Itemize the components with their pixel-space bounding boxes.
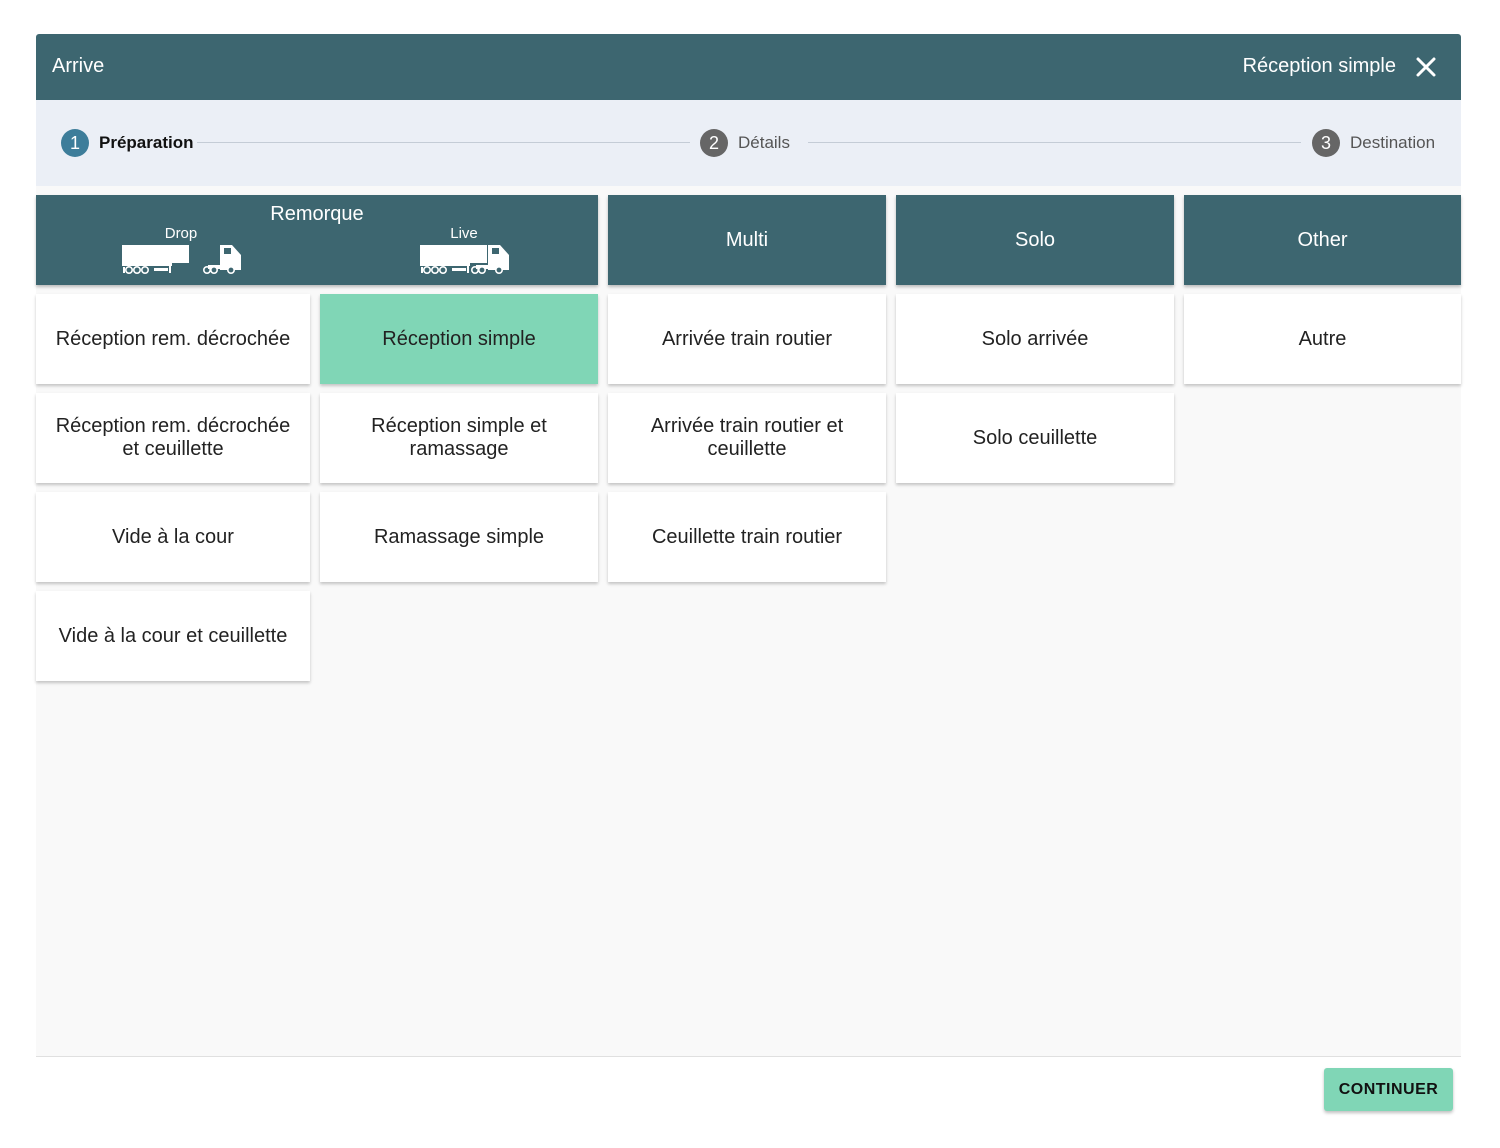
options-grid: Remorque Drop Live Multi Solo Other Réce…: [36, 186, 1461, 1058]
drop-truck-icon: [122, 245, 241, 274]
option-reception-simple[interactable]: Réception simple: [320, 294, 598, 384]
column-header-label: Multi: [725, 229, 769, 251]
live-label: Live: [450, 225, 478, 242]
column-header-label: Solo: [1014, 229, 1056, 251]
column-header-multi: Multi: [608, 195, 886, 285]
step-details[interactable]: 2 Détails: [700, 129, 790, 157]
dialog-subtitle: Réception simple: [1242, 55, 1396, 77]
step-label: Préparation: [99, 133, 194, 152]
column-header-label: Remorque: [270, 203, 364, 225]
option-vide-a-la-cour[interactable]: Vide à la cour: [36, 492, 310, 582]
option-vide-a-la-cour-ceuillette[interactable]: Vide à la cour et ceuillette: [36, 591, 310, 681]
step-connector: [808, 142, 1301, 143]
option-ramassage-simple[interactable]: Ramassage simple: [320, 492, 598, 582]
continue-button[interactable]: CONTINUER: [1324, 1068, 1453, 1111]
option-arrivee-train-routier[interactable]: Arrivée train routier: [608, 294, 886, 384]
option-reception-simple-ramassage[interactable]: Réception simple et ramassage: [320, 393, 598, 483]
dialog: Arrive Réception simple 1 Préparation 2 …: [36, 34, 1461, 1148]
column-header-solo: Solo: [896, 195, 1174, 285]
dialog-title: Arrive: [52, 55, 105, 77]
dialog-header: Arrive Réception simple: [36, 34, 1461, 100]
stepper: 1 Préparation 2 Détails 3 Destination: [36, 100, 1461, 186]
step-connector: [197, 142, 690, 143]
column-header-remorque: Remorque Drop Live: [36, 195, 598, 285]
live-truck-icon: [420, 245, 509, 274]
dialog-footer: CONTINUER: [36, 1056, 1461, 1148]
close-icon[interactable]: [1411, 52, 1441, 82]
option-ceuillette-train-routier[interactable]: Ceuillette train routier: [608, 492, 886, 582]
option-autre[interactable]: Autre: [1184, 294, 1461, 384]
step-number: 2: [700, 129, 728, 157]
step-destination[interactable]: 3 Destination: [1312, 129, 1435, 157]
option-solo-ceuillette[interactable]: Solo ceuillette: [896, 393, 1174, 483]
step-preparation[interactable]: 1 Préparation: [61, 129, 193, 157]
step-number: 3: [1312, 129, 1340, 157]
option-solo-arrivee[interactable]: Solo arrivée: [896, 294, 1174, 384]
step-number: 1: [61, 129, 89, 157]
option-reception-rem-decrochee-ceuillette[interactable]: Réception rem. décrochée et ceuillette: [36, 393, 310, 483]
option-reception-rem-decrochee[interactable]: Réception rem. décrochée: [36, 294, 310, 384]
option-arrivee-train-routier-ceuillette[interactable]: Arrivée train routier et ceuillette: [608, 393, 886, 483]
step-label: Détails: [738, 133, 790, 152]
column-header-other: Other: [1184, 195, 1461, 285]
column-header-label: Other: [1297, 229, 1348, 251]
drop-label: Drop: [164, 225, 198, 242]
step-label: Destination: [1350, 133, 1436, 152]
